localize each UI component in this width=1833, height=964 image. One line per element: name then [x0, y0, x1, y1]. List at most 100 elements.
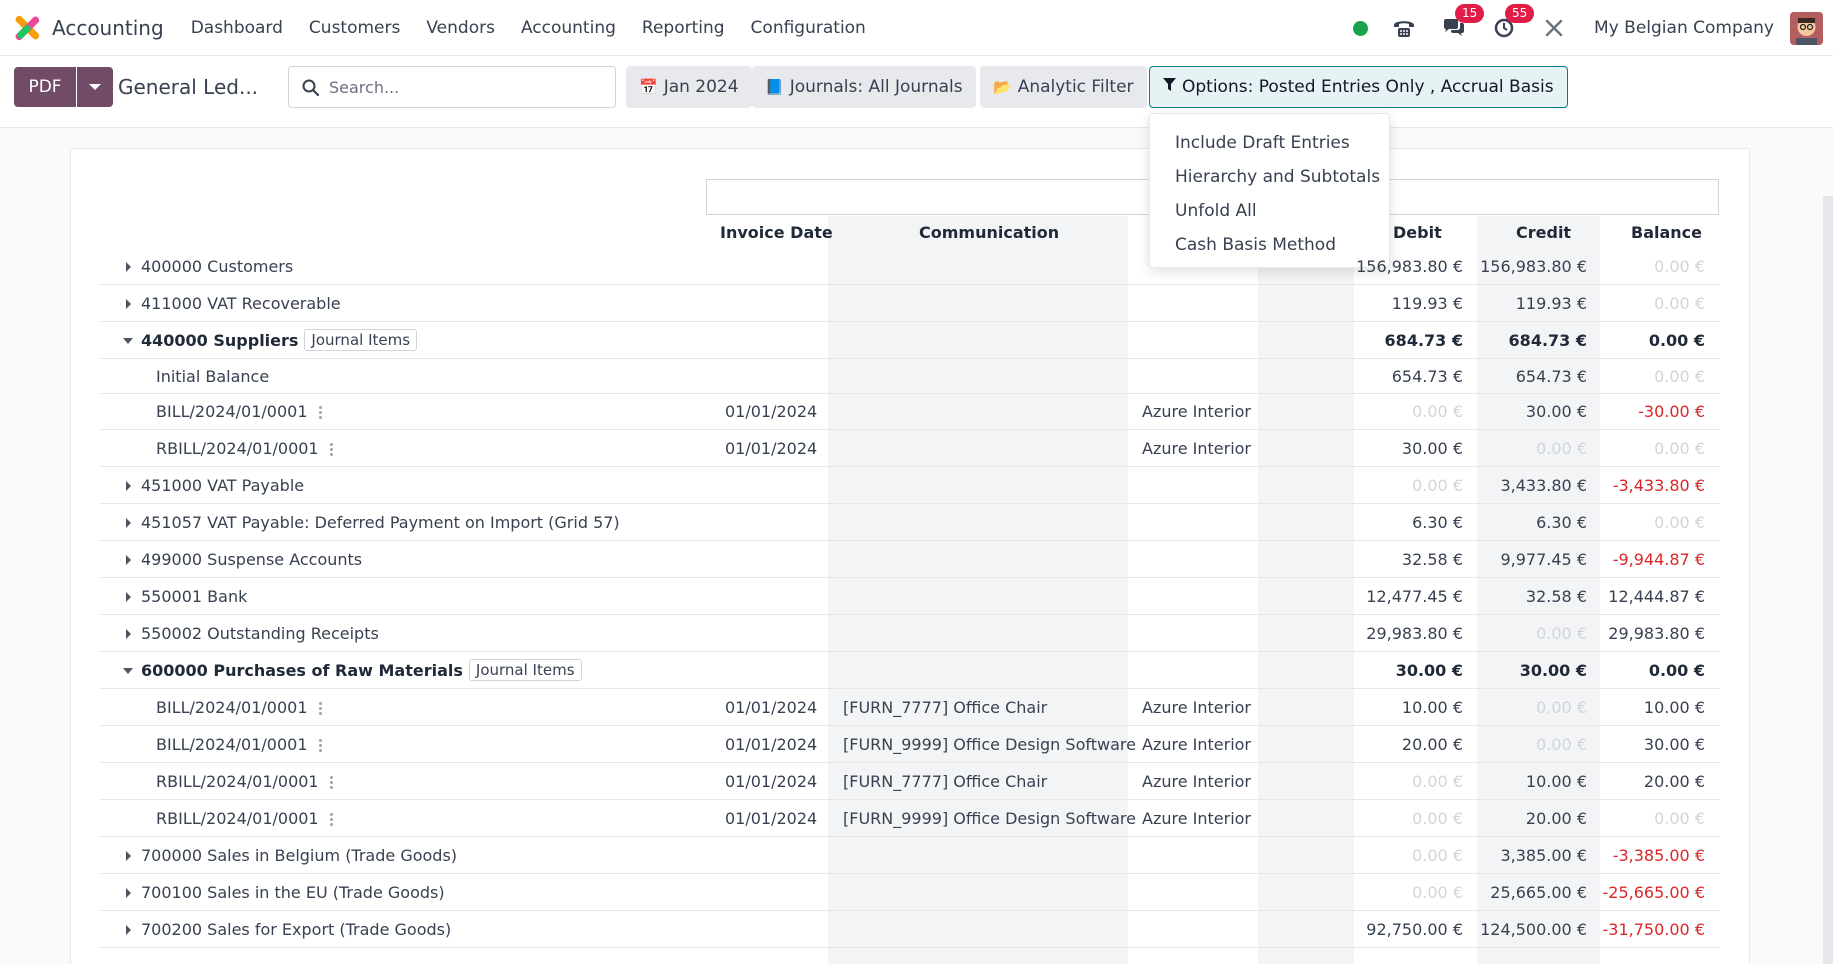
kebab-menu-icon[interactable]	[329, 443, 333, 458]
kebab-menu-icon[interactable]	[329, 813, 333, 828]
activities-clock-icon[interactable]: 55	[1490, 4, 1535, 42]
page-scrollbar[interactable]	[1823, 196, 1833, 964]
presence-status-dot	[1353, 20, 1369, 36]
account-label[interactable]: 451000 VAT Payable	[141, 476, 304, 495]
move-name-link[interactable]: BILL/2024/01/0001	[156, 402, 308, 421]
caret-down-icon[interactable]	[123, 338, 133, 344]
header-balance[interactable]: Balance	[1631, 223, 1702, 242]
debug-tools-icon[interactable]	[1540, 14, 1568, 42]
account-label[interactable]: 550001 Bank	[141, 587, 247, 606]
credit-cell: 30.00 €	[1519, 661, 1587, 680]
company-switcher[interactable]: My Belgian Company	[1594, 18, 1774, 38]
account-label[interactable]: 400000 Customers	[141, 257, 293, 276]
date-filter-button[interactable]: 📅 Jan 2024	[626, 66, 752, 108]
move-name-link[interactable]: RBILL/2024/01/0001	[156, 439, 319, 458]
debit-cell: 0.00 €	[1412, 809, 1463, 828]
partner-cell: Azure Interior	[1142, 402, 1252, 421]
balance-cell: -31,750.00 €	[1602, 920, 1705, 939]
search-input[interactable]	[329, 77, 599, 97]
menu-reporting[interactable]: Reporting	[629, 18, 738, 38]
move-name-link[interactable]: BILL/2024/01/0001	[156, 735, 308, 754]
menu-configuration[interactable]: Configuration	[738, 18, 879, 38]
journals-filter-button[interactable]: 📘 Journals: All Journals	[752, 66, 976, 108]
caret-right-icon[interactable]	[126, 925, 131, 935]
export-options-dropdown-button[interactable]	[77, 67, 113, 107]
kebab-menu-icon[interactable]	[318, 739, 322, 754]
header-credit[interactable]: Credit	[1516, 223, 1571, 242]
caret-right-icon[interactable]	[126, 262, 131, 272]
debit-cell: 0.00 €	[1412, 772, 1463, 791]
caret-right-icon[interactable]	[126, 555, 131, 565]
account-label[interactable]: 700200 Sales for Export (Trade Goods)	[141, 920, 451, 939]
caret-right-icon[interactable]	[126, 299, 131, 309]
options-filter-button[interactable]: Options: Posted Entries Only , Accrual B…	[1149, 66, 1568, 108]
caret-right-icon[interactable]	[126, 592, 131, 602]
account-label[interactable]: 700100 Sales in the EU (Trade Goods)	[141, 883, 445, 902]
menu-vendors[interactable]: Vendors	[413, 18, 508, 38]
account-label[interactable]: 451057 VAT Payable: Deferred Payment on …	[141, 513, 620, 532]
account-row[interactable]	[100, 467, 1720, 504]
account-label[interactable]: 499000 Suspense Accounts	[141, 550, 362, 569]
balance-cell: 0.00 €	[1654, 809, 1705, 828]
balance-cell: -25,665.00 €	[1602, 883, 1705, 902]
move-name-link[interactable]: BILL/2024/01/0001	[156, 698, 308, 717]
account-row[interactable]	[100, 285, 1720, 322]
kebab-menu-icon[interactable]	[318, 406, 322, 421]
option-cash-basis-method[interactable]: Cash Basis Method	[1150, 228, 1389, 262]
credit-cell: 6.30 €	[1536, 513, 1587, 532]
kebab-menu-icon[interactable]	[329, 776, 333, 791]
option-unfold-all[interactable]: Unfold All	[1150, 194, 1389, 228]
account-label[interactable]: 550002 Outstanding Receipts	[141, 624, 379, 643]
app-name[interactable]: Accounting	[52, 16, 164, 40]
invoice-date-cell: 01/01/2024	[725, 809, 818, 828]
credit-cell: 32.58 €	[1525, 587, 1587, 606]
header-communication[interactable]: Communication	[919, 223, 1059, 242]
account-label[interactable]: 440000 Suppliers	[141, 331, 298, 350]
phone-icon[interactable]	[1390, 14, 1418, 42]
initial-balance-row[interactable]	[100, 359, 1720, 394]
messages-icon[interactable]: 15	[1440, 4, 1485, 42]
caret-right-icon[interactable]	[126, 888, 131, 898]
caret-right-icon[interactable]	[126, 481, 131, 491]
invoice-date-cell: 01/01/2024	[725, 439, 818, 458]
caret-right-icon[interactable]	[126, 851, 131, 861]
journal-items-button[interactable]: Journal Items	[468, 659, 582, 681]
journal-line-row[interactable]	[100, 430, 1720, 467]
app-brand[interactable]: Accounting	[14, 15, 178, 41]
journal-items-button[interactable]: Journal Items	[304, 329, 418, 351]
header-debit[interactable]: Debit	[1393, 223, 1442, 242]
credit-cell: 9,977.45 €	[1500, 550, 1587, 569]
menu-customers[interactable]: Customers	[296, 18, 413, 38]
balance-cell: 10.00 €	[1643, 698, 1705, 717]
menu-accounting[interactable]: Accounting	[508, 18, 629, 38]
credit-cell: 119.93 €	[1515, 294, 1587, 313]
analytic-filter-button[interactable]: 📂 Analytic Filter	[980, 66, 1147, 108]
account-row[interactable]	[100, 578, 1720, 615]
journal-line-row[interactable]	[100, 394, 1720, 430]
report-title-breadcrumb: General Led...	[118, 75, 259, 99]
date-filter-label: Jan 2024	[663, 77, 739, 97]
account-label[interactable]: 700000 Sales in Belgium (Trade Goods)	[141, 846, 457, 865]
move-name-link[interactable]: RBILL/2024/01/0001	[156, 772, 319, 791]
debit-cell: 29,983.80 €	[1366, 624, 1463, 643]
option-hierarchy-subtotals[interactable]: Hierarchy and Subtotals	[1150, 160, 1389, 194]
caret-down-icon[interactable]	[123, 668, 133, 674]
pdf-export-button[interactable]: PDF	[14, 67, 76, 107]
caret-right-icon[interactable]	[126, 518, 131, 528]
balance-cell: 0.00 €	[1654, 439, 1705, 458]
search-bar[interactable]	[288, 66, 616, 108]
move-name-link[interactable]: RBILL/2024/01/0001	[156, 809, 319, 828]
debit-cell: 30.00 €	[1401, 439, 1463, 458]
debit-cell: 32.58 €	[1401, 550, 1463, 569]
balance-cell: -3,433.80 €	[1612, 476, 1705, 495]
account-label[interactable]: 411000 VAT Recoverable	[141, 294, 341, 313]
kebab-menu-icon[interactable]	[318, 702, 322, 717]
header-invoice-date[interactable]: Invoice Date	[720, 223, 833, 242]
user-avatar[interactable]	[1790, 11, 1823, 45]
caret-right-icon[interactable]	[126, 629, 131, 639]
balance-cell: 0.00 €	[1654, 294, 1705, 313]
menu-dashboard[interactable]: Dashboard	[178, 18, 296, 38]
option-include-draft-entries[interactable]: Include Draft Entries	[1150, 126, 1389, 160]
account-label[interactable]: 600000 Purchases of Raw Materials	[141, 661, 463, 680]
account-row[interactable]	[100, 248, 1720, 285]
